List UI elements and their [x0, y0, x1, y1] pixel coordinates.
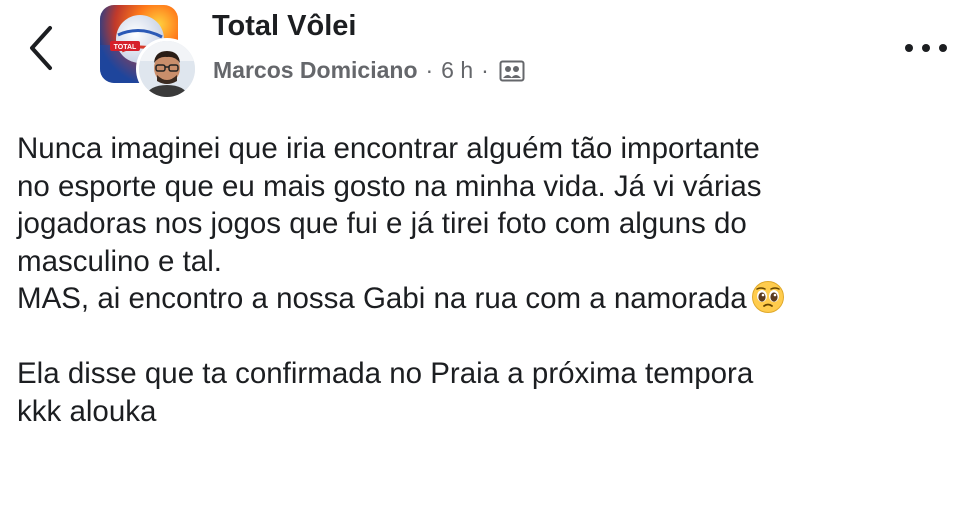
post-text: Nunca imaginei que iria encontrar alguém…	[17, 130, 947, 430]
author-name[interactable]: Marcos Domiciano	[213, 57, 418, 84]
post-line: Ela disse que ta confirmada no Praia a p…	[17, 357, 754, 390]
group-logo-text: TOTAL	[114, 44, 137, 51]
chevron-left-icon	[30, 26, 52, 70]
post-line: jogadoras nos jogos que fui e já tirei f…	[17, 207, 747, 240]
pleading-face-emoji	[751, 280, 785, 314]
more-options-button[interactable]	[901, 36, 951, 60]
author-avatar[interactable]	[136, 38, 198, 100]
back-button[interactable]	[22, 22, 62, 74]
post-line: Nunca imaginei que iria encontrar alguém…	[17, 132, 760, 165]
post-meta: Marcos Domiciano · 6 h ·	[213, 57, 525, 84]
group-members-icon	[499, 60, 525, 82]
post-line: no esporte que eu mais gosto na minha vi…	[17, 169, 762, 203]
meta-separator: ·	[425, 57, 434, 83]
more-options-icon	[905, 44, 947, 52]
group-name[interactable]: Total Vôlei	[212, 10, 356, 43]
post-line: masculino e tal.	[17, 244, 222, 278]
post-line-with-emoji: MAS, ai encontro a nossa Gabi na rua com…	[17, 280, 947, 318]
post-line: kkk alouka	[17, 394, 157, 428]
meta-separator: ·	[481, 57, 489, 83]
author-photo	[139, 41, 195, 97]
post-line: MAS, ai encontro a nossa Gabi na rua com…	[17, 282, 747, 315]
post-header: TOTAL Total Vôlei Marcos Domiciano · 6 h…	[0, 0, 961, 110]
post-time[interactable]: 6 h	[441, 57, 473, 84]
